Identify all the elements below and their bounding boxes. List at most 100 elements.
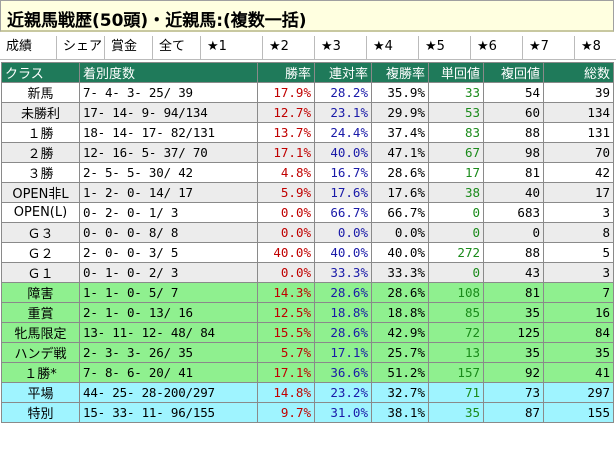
tan-value-cell: 0: [428, 202, 484, 223]
tan-value-cell: 33: [428, 82, 484, 103]
table-row[interactable]: Ｇ２ 2- 0- 0- 3/ 5 40.0% 40.0% 40.0% 272 88 5: [1, 241, 614, 263]
tab-10[interactable]: ★7: [522, 36, 574, 60]
tan-value-cell: 0: [428, 221, 484, 243]
counts-cell: 2- 1- 0- 13/ 16: [79, 301, 258, 323]
total-cell: 155: [543, 401, 614, 423]
table-row[interactable]: ２勝 12- 16- 5- 37/ 70 17.1% 40.0% 47.1% 67 98 70: [1, 142, 614, 163]
counts-cell: 2- 3- 3- 26/ 35: [79, 341, 258, 363]
fuku-value-cell: 81: [483, 162, 544, 183]
win-rate-cell: 13.7%: [257, 122, 315, 143]
table-row[interactable]: 新馬 7- 4- 3- 25/ 39 17.9% 28.2% 35.9% 33 54 39: [1, 82, 614, 103]
total-cell: 5: [543, 241, 614, 263]
tab-11[interactable]: ★8: [574, 36, 616, 60]
ren-rate-cell: 40.0%: [314, 241, 372, 263]
table-row[interactable]: ３勝 2- 5- 5- 30/ 42 4.8% 16.7% 28.6% 17 81 42: [1, 162, 614, 183]
table-row[interactable]: １勝 18- 14- 17- 82/131 13.7% 24.4% 37.4% 83 88 1…: [1, 122, 614, 143]
class-cell: ハンデ戦: [1, 341, 80, 363]
counts-cell: 1- 1- 0- 5/ 7: [79, 281, 258, 303]
header-ren-rate[interactable]: 連対率: [314, 62, 372, 83]
win-rate-cell: 17.1%: [257, 361, 315, 383]
win-rate-cell: 0.0%: [257, 261, 315, 283]
table-row[interactable]: 牝馬限定 13- 11- 12- 48/ 84 15.5% 28.6% 42.9% 72 1…: [1, 321, 614, 343]
ren-rate-cell: 16.7%: [314, 162, 372, 183]
win-rate-cell: 9.7%: [257, 401, 315, 423]
class-cell: １勝: [1, 122, 80, 143]
table-row[interactable]: ハンデ戦 2- 3- 3- 26/ 35 5.7% 17.1% 25.7% 13 35 35: [1, 341, 614, 363]
ren-rate-cell: 40.0%: [314, 142, 372, 163]
win-rate-cell: 14.8%: [257, 381, 315, 403]
win-rate-cell: 0.0%: [257, 202, 315, 223]
tab-6[interactable]: ★3: [314, 36, 366, 60]
table-row[interactable]: OPEN(L) 0- 2- 0- 1/ 3 0.0% 66.7% 66.7% 0 683 3: [1, 202, 614, 223]
header-class[interactable]: クラス: [1, 62, 80, 83]
table-row[interactable]: 障害 1- 1- 0- 5/ 7 14.3% 28.6% 28.6% 108 81 7: [1, 281, 614, 303]
ren-rate-cell: 23.1%: [314, 102, 372, 123]
fuku-value-cell: 73: [483, 381, 544, 403]
tab-5[interactable]: ★2: [262, 36, 314, 60]
fuku-value-cell: 683: [483, 202, 544, 223]
win-rate-cell: 4.8%: [257, 162, 315, 183]
ren-rate-cell: 18.8%: [314, 301, 372, 323]
tab-0[interactable]: 成績: [0, 36, 56, 60]
tab-4[interactable]: ★1: [200, 36, 262, 60]
tan-value-cell: 108: [428, 281, 484, 303]
tab-2[interactable]: 賞金: [104, 36, 152, 60]
class-cell: 未勝利: [1, 102, 80, 123]
table-row[interactable]: OPEN非L 1- 2- 0- 14/ 17 5.9% 17.6% 17.6% 38 40 1…: [1, 182, 614, 203]
header-win-rate[interactable]: 勝率: [257, 62, 315, 83]
counts-cell: 7- 4- 3- 25/ 39: [79, 82, 258, 103]
header-counts[interactable]: 着別度数: [79, 62, 258, 83]
table-row[interactable]: 平場 44- 25- 28-200/297 14.8% 23.2% 32.7% 71 73 2…: [1, 381, 614, 403]
total-cell: 16: [543, 301, 614, 323]
fuku-value-cell: 88: [483, 241, 544, 263]
tan-value-cell: 72: [428, 321, 484, 343]
header-total[interactable]: 総数: [543, 62, 614, 83]
table-row[interactable]: 特別 15- 33- 11- 96/155 9.7% 31.0% 38.1% 35 87 15…: [1, 401, 614, 423]
fuku-rate-cell: 33.3%: [371, 261, 429, 283]
class-cell: OPEN非L: [1, 182, 80, 203]
fuku-rate-cell: 47.1%: [371, 142, 429, 163]
total-cell: 8: [543, 221, 614, 243]
tab-9[interactable]: ★6: [470, 36, 522, 60]
tab-1[interactable]: シェア: [56, 36, 104, 60]
table-row[interactable]: 未勝利 17- 14- 9- 94/134 12.7% 23.1% 29.9% 53 60 1…: [1, 102, 614, 123]
fuku-value-cell: 81: [483, 281, 544, 303]
stats-table: クラス 着別度数 勝率 連対率 複勝率 単回値 複回値 総数 新馬 7- 4- 3…: [1, 62, 614, 423]
header-tan-value[interactable]: 単回値: [428, 62, 484, 83]
table-row[interactable]: Ｇ１ 0- 1- 0- 2/ 3 0.0% 33.3% 33.3% 0 43 3: [1, 261, 614, 283]
tab-bar: 成績 シェア 賞金 全て ★1 ★2 ★3 ★4 ★5 ★6 ★7 ★8: [0, 36, 616, 60]
table-row[interactable]: 重賞 2- 1- 0- 13/ 16 12.5% 18.8% 18.8% 85 35 16: [1, 301, 614, 323]
title-bar: 近親馬戦歴(50頭)・近親馬:(複数一括): [0, 0, 614, 32]
class-cell: ２勝: [1, 142, 80, 163]
counts-cell: 0- 2- 0- 1/ 3: [79, 202, 258, 223]
header-fuku-value[interactable]: 複回値: [483, 62, 544, 83]
total-cell: 7: [543, 281, 614, 303]
tan-value-cell: 0: [428, 261, 484, 283]
class-cell: OPEN(L): [1, 202, 80, 223]
table-row[interactable]: Ｇ３ 0- 0- 0- 8/ 8 0.0% 0.0% 0.0% 0 0 8: [1, 221, 614, 243]
total-cell: 42: [543, 162, 614, 183]
class-cell: 重賞: [1, 301, 80, 323]
total-cell: 70: [543, 142, 614, 163]
fuku-rate-cell: 29.9%: [371, 102, 429, 123]
total-cell: 17: [543, 182, 614, 203]
tab-divider: [0, 59, 616, 60]
win-rate-cell: 17.9%: [257, 82, 315, 103]
win-rate-cell: 5.7%: [257, 341, 315, 363]
tan-value-cell: 13: [428, 341, 484, 363]
fuku-value-cell: 35: [483, 341, 544, 363]
counts-cell: 1- 2- 0- 14/ 17: [79, 182, 258, 203]
tab-8[interactable]: ★5: [418, 36, 470, 60]
total-cell: 39: [543, 82, 614, 103]
total-cell: 3: [543, 202, 614, 223]
tab-3[interactable]: 全て: [152, 36, 200, 60]
tab-7[interactable]: ★4: [366, 36, 418, 60]
header-fuku-rate[interactable]: 複勝率: [371, 62, 429, 83]
ren-rate-cell: 31.0%: [314, 401, 372, 423]
ren-rate-cell: 66.7%: [314, 202, 372, 223]
ren-rate-cell: 33.3%: [314, 261, 372, 283]
table-row[interactable]: １勝* 7- 8- 6- 20/ 41 17.1% 36.6% 51.2% 157 92 41: [1, 361, 614, 383]
fuku-rate-cell: 66.7%: [371, 202, 429, 223]
ren-rate-cell: 28.6%: [314, 321, 372, 343]
win-rate-cell: 15.5%: [257, 321, 315, 343]
